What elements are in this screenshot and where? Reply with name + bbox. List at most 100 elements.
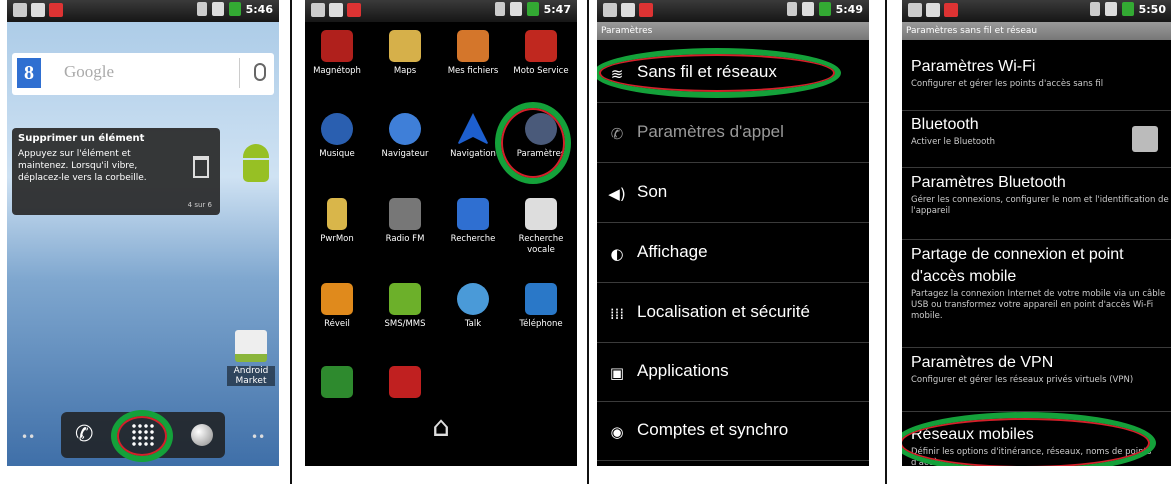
- status-time: 5:49: [835, 2, 863, 16]
- youtube-icon: [389, 366, 421, 398]
- settings-screen: 5:49 Paramètres ≋ Sans fil et réseaux ✆ …: [597, 0, 869, 466]
- item-title: Paramètres Wi-Fi: [911, 58, 1036, 75]
- app-moto-service[interactable]: Moto Service: [511, 30, 571, 77]
- signal-icon: [1104, 2, 1117, 16]
- phone-icon[interactable]: ✆: [75, 422, 101, 448]
- vibrate-icon: [786, 2, 797, 16]
- recorder-icon: [321, 30, 353, 62]
- speaker-icon: ◀): [608, 185, 626, 203]
- app-label: Mes fichiers: [447, 66, 499, 76]
- app-label: Navigation: [450, 149, 496, 159]
- highlight-app-drawer: [111, 410, 173, 462]
- item-title: Partage de connexion et point d'accès mo…: [911, 246, 1124, 285]
- app-browser[interactable]: Navigateur: [375, 113, 435, 160]
- highlight-mobile-networks: [902, 412, 1156, 466]
- status-bar: 5:46: [7, 0, 279, 22]
- settings-item-label: Paramètres d'appel: [637, 122, 784, 141]
- battery-icon: [818, 2, 831, 16]
- app-navigation[interactable]: Navigation: [443, 113, 503, 160]
- settings-item-call[interactable]: ✆ Paramètres d'appel: [597, 104, 869, 163]
- settings-title: Paramètres: [597, 22, 869, 40]
- usb-icon: [908, 3, 922, 17]
- settings-item-applications[interactable]: ▣ Applications: [597, 343, 869, 402]
- microphone-icon[interactable]: [254, 63, 266, 81]
- signal-icon: [509, 2, 522, 16]
- settings-item-label: Applications: [637, 361, 729, 380]
- usb-icon: [311, 3, 325, 17]
- settings-item-sound[interactable]: ◀) Son: [597, 164, 869, 223]
- phone-icon: ✆: [610, 125, 624, 143]
- app-label: Talk: [464, 319, 482, 329]
- tip-title: Supprimer un élément: [18, 133, 145, 144]
- item-subtitle: Partagez la connexion Internet de votre …: [911, 289, 1166, 321]
- folder-icon: [457, 30, 489, 62]
- app-maps[interactable]: Maps: [375, 30, 435, 77]
- app-label: Musique: [319, 149, 355, 159]
- settings-item-display[interactable]: ◐ Affichage: [597, 224, 869, 283]
- notification-icon: [347, 3, 361, 17]
- vpn-settings-item[interactable]: Paramètres de VPN Configurer et gérer le…: [902, 352, 1171, 412]
- wireless-settings-screen: 5:50 Paramètres sans fil et réseau Param…: [902, 0, 1171, 466]
- settings-item-label: Affichage: [637, 242, 708, 261]
- play-icon: [321, 366, 353, 398]
- settings-item-label: Son: [637, 182, 668, 201]
- market-label: Android Market: [227, 366, 275, 386]
- app-label: Moto Service: [513, 66, 569, 76]
- tethering-item[interactable]: Partage de connexion et point d'accès mo…: [902, 244, 1171, 348]
- navigation-arrow-icon: [457, 113, 489, 145]
- search-input[interactable]: Google: [64, 62, 114, 82]
- vibrate-icon: [494, 2, 505, 16]
- status-time: 5:50: [1138, 2, 1166, 16]
- google-search-widget[interactable]: 8 Google: [12, 53, 274, 95]
- google-logo-icon: 8: [17, 58, 41, 88]
- usb-icon: [603, 3, 617, 17]
- app-label: SMS/MMS: [384, 319, 426, 329]
- app-phone[interactable]: Téléphone: [511, 283, 571, 330]
- android-robot-icon[interactable]: [239, 144, 273, 190]
- sd-card-icon: [31, 3, 45, 17]
- wifi-settings-item[interactable]: Paramètres Wi-Fi Configurer et gérer les…: [902, 56, 1171, 111]
- app-label: Réveil: [324, 319, 350, 329]
- app-files[interactable]: Mes fichiers: [443, 30, 503, 77]
- app-talk[interactable]: Talk: [443, 283, 503, 330]
- signal-icon: [801, 2, 814, 16]
- app-music[interactable]: Musique: [307, 113, 367, 160]
- notification-icon: [49, 3, 63, 17]
- sms-icon: [389, 283, 421, 315]
- app-radio-fm[interactable]: Radio FM: [375, 198, 435, 245]
- page-indicator-right-icon: ••: [251, 430, 266, 444]
- status-bar: 5:49: [597, 0, 869, 22]
- android-market-shortcut[interactable]: Android Market: [227, 330, 275, 386]
- bluetooth-item[interactable]: Bluetooth Activer le Bluetooth: [902, 114, 1171, 168]
- image-icon: ▣: [609, 364, 625, 382]
- tip-body: Appuyez sur l'élément et maintenez. Lors…: [18, 149, 147, 183]
- globe-icon: [389, 113, 421, 145]
- app-alarm[interactable]: Réveil: [307, 283, 367, 330]
- app-messaging[interactable]: SMS/MMS: [375, 283, 435, 330]
- app-play[interactable]: [307, 366, 367, 398]
- wireless-title: Paramètres sans fil et réseau: [902, 22, 1171, 40]
- music-icon: [321, 113, 353, 145]
- app-label: Téléphone: [519, 319, 563, 329]
- tip-bubble: Supprimer un élément Appuyez sur l'éléme…: [12, 128, 220, 215]
- talk-bubble-icon: [457, 283, 489, 315]
- settings-item-label: Localisation et sécurité: [637, 302, 810, 321]
- app-pwrmon[interactable]: PwrMon: [307, 198, 367, 245]
- app-voice-search[interactable]: Recherche vocale: [511, 198, 571, 256]
- app-recorder[interactable]: Magnétoph: [307, 30, 367, 77]
- settings-item-accounts-sync[interactable]: ◉ Comptes et synchro: [597, 402, 869, 461]
- sd-card-icon: [329, 3, 343, 17]
- home-icon[interactable]: ⌂: [426, 412, 456, 442]
- app-youtube[interactable]: [375, 366, 435, 398]
- moto-service-icon: [525, 30, 557, 62]
- bluetooth-settings-item[interactable]: Paramètres Bluetooth Gérer les connexion…: [902, 172, 1171, 240]
- bluetooth-checkbox[interactable]: [1132, 126, 1158, 152]
- app-search[interactable]: Recherche: [443, 198, 503, 245]
- search-divider: [239, 58, 240, 88]
- app-label: Recherche: [450, 234, 496, 244]
- item-subtitle: Configurer et gérer les points d'accès s…: [911, 79, 1104, 89]
- browser-icon[interactable]: [191, 424, 213, 446]
- item-title: Paramètres de VPN: [911, 354, 1054, 371]
- battery-app-icon: [327, 198, 347, 230]
- settings-item-location-security[interactable]: ⁞⁞⁞ Localisation et sécurité: [597, 284, 869, 343]
